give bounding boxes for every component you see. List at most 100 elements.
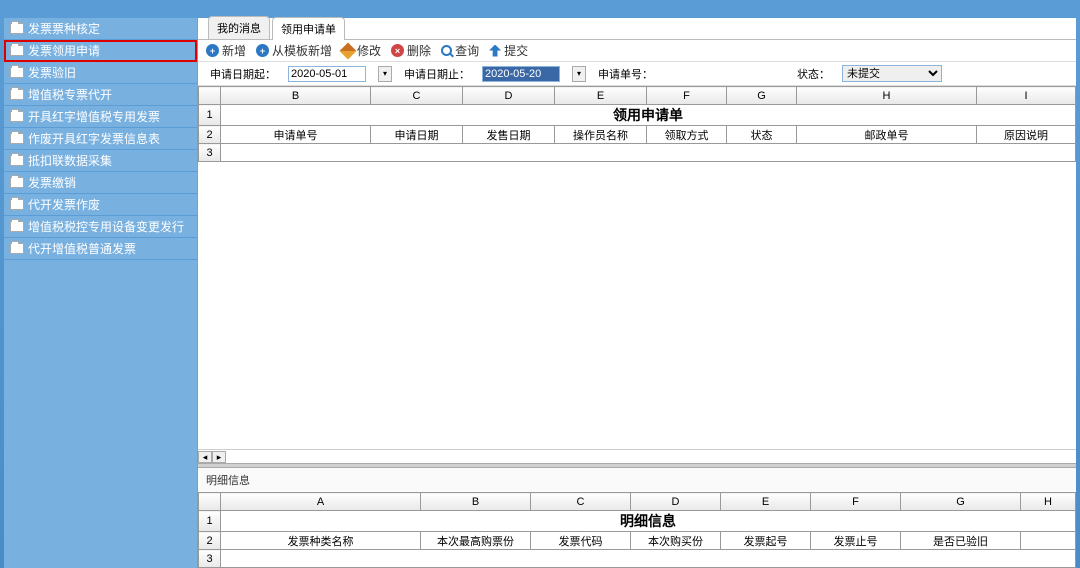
- row-number[interactable]: 1: [199, 105, 221, 126]
- sidebar-item-label: 发票领用申请: [28, 40, 100, 62]
- sidebar-item-zzszpdk[interactable]: 增值税专票代开: [4, 84, 197, 106]
- header-cell: 发票种类名称: [221, 532, 421, 550]
- grid-title: 领用申请单: [221, 105, 1076, 126]
- filter-bar: 申请日期起： ▾ 申请日期止： ▾ 申请单号： 状态： 未提交: [198, 62, 1076, 86]
- pencil-icon: [340, 42, 357, 59]
- header-cell: 发票止号: [811, 532, 901, 550]
- date-from-input[interactable]: [288, 66, 366, 82]
- header-cell: 申请日期: [371, 126, 463, 144]
- grid-corner[interactable]: [199, 87, 221, 105]
- row-number[interactable]: 2: [199, 126, 221, 144]
- col-header[interactable]: D: [463, 87, 555, 105]
- header-cell: 申请单号: [221, 126, 371, 144]
- folder-icon: [10, 111, 24, 122]
- button-label: 修改: [357, 42, 381, 59]
- edit-button[interactable]: 修改: [342, 42, 381, 59]
- col-header[interactable]: D: [631, 493, 721, 511]
- sidebar-item-label: 发票验旧: [28, 62, 76, 84]
- folder-icon: [10, 155, 24, 166]
- toolbar: +新增 +从模板新增 修改 ×删除 查询 提交: [198, 40, 1076, 62]
- scroll-right-icon[interactable]: ▸: [212, 451, 226, 463]
- col-header[interactable]: E: [721, 493, 811, 511]
- new-button[interactable]: +新增: [206, 42, 246, 59]
- col-header[interactable]: H: [1021, 493, 1076, 511]
- col-header[interactable]: B: [221, 87, 371, 105]
- row-number[interactable]: 3: [199, 550, 221, 568]
- delete-icon: ×: [391, 44, 404, 57]
- sidebar-item-dklsjcj[interactable]: 抵扣联数据采集: [4, 150, 197, 172]
- date-from-label: 申请日期起：: [210, 66, 276, 82]
- col-header[interactable]: G: [727, 87, 797, 105]
- col-header[interactable]: C: [531, 493, 631, 511]
- col-header[interactable]: C: [371, 87, 463, 105]
- sidebar-item-label: 发票票种核定: [28, 18, 100, 40]
- date-to-input[interactable]: [482, 66, 560, 82]
- scroll-left-icon[interactable]: ◂: [198, 451, 212, 463]
- tab-my-messages[interactable]: 我的消息: [208, 16, 270, 39]
- status-label: 状态：: [797, 66, 830, 82]
- sidebar-item-fpyj[interactable]: 发票验旧: [4, 62, 197, 84]
- col-header[interactable]: E: [555, 87, 647, 105]
- header-cell: 发票起号: [721, 532, 811, 550]
- empty-row[interactable]: [221, 550, 1076, 568]
- tab-apply-form[interactable]: 领用申请单: [272, 17, 345, 40]
- row-number[interactable]: 3: [199, 144, 221, 162]
- query-button[interactable]: 查询: [441, 42, 479, 59]
- header-cell: 本次最高购票份: [421, 532, 531, 550]
- header-cell: 是否已验旧: [901, 532, 1021, 550]
- row-number[interactable]: 2: [199, 532, 221, 550]
- sidebar-item-label: 增值税专票代开: [28, 84, 112, 106]
- sidebar-item-label: 抵扣联数据采集: [28, 150, 112, 172]
- sidebar-item-zfhzxxb[interactable]: 作废开具红字发票信息表: [4, 128, 197, 150]
- sidebar: 发票票种核定 发票领用申请 发票验旧 增值税专票代开 开具红字增值税专用发票 作…: [4, 18, 198, 568]
- date-to-picker[interactable]: ▾: [572, 66, 586, 82]
- main-panel: 我的消息 领用申请单 +新增 +从模板新增 修改 ×删除 查询 提交 申请日期起…: [198, 18, 1076, 568]
- col-header[interactable]: B: [421, 493, 531, 511]
- detail-section: 明细信息 A B C D E F: [198, 468, 1076, 568]
- col-header[interactable]: F: [811, 493, 901, 511]
- submit-button[interactable]: 提交: [489, 42, 528, 59]
- detail-grid: A B C D E F G H 1 明细信息: [198, 492, 1076, 568]
- button-label: 查询: [455, 42, 479, 59]
- button-label: 提交: [504, 42, 528, 59]
- delete-button[interactable]: ×删除: [391, 42, 431, 59]
- sidebar-item-fplysq[interactable]: 发票领用申请: [4, 40, 197, 62]
- col-header[interactable]: I: [977, 87, 1076, 105]
- sidebar-item-dkfpzf[interactable]: 代开发票作废: [4, 194, 197, 216]
- new-from-template-button[interactable]: +从模板新增: [256, 42, 332, 59]
- grid-corner[interactable]: [199, 493, 221, 511]
- sidebar-item-dkzzsptfp[interactable]: 代开增值税普通发票: [4, 238, 197, 260]
- folder-icon: [10, 45, 24, 56]
- sidebar-item-fpphd[interactable]: 发票票种核定: [4, 18, 197, 40]
- row-number[interactable]: 1: [199, 511, 221, 532]
- folder-icon: [10, 177, 24, 188]
- sidebar-item-label: 增值税税控专用设备变更发行: [28, 216, 184, 238]
- date-from-picker[interactable]: ▾: [378, 66, 392, 82]
- sidebar-item-fpjx[interactable]: 发票缴销: [4, 172, 197, 194]
- col-header[interactable]: H: [797, 87, 977, 105]
- button-label: 删除: [407, 42, 431, 59]
- header-cell: 发票代码: [531, 532, 631, 550]
- apply-no-label: 申请单号：: [598, 66, 653, 82]
- detail-section-label: 明细信息: [198, 468, 1076, 492]
- h-scrollbar[interactable]: ◂ ▸: [198, 449, 1076, 463]
- folder-icon: [10, 67, 24, 78]
- date-to-label: 申请日期止：: [404, 66, 470, 82]
- header-cell: 本次购买份: [631, 532, 721, 550]
- header-cell: 操作员名称: [555, 126, 647, 144]
- header-cell: 发售日期: [463, 126, 555, 144]
- tabs: 我的消息 领用申请单: [198, 18, 1076, 40]
- folder-icon: [10, 199, 24, 210]
- col-header[interactable]: A: [221, 493, 421, 511]
- header-cell: 邮政单号: [797, 126, 977, 144]
- sidebar-item-skzsbgfx[interactable]: 增值税税控专用设备变更发行: [4, 216, 197, 238]
- col-header[interactable]: G: [901, 493, 1021, 511]
- button-label: 从模板新增: [272, 42, 332, 59]
- sidebar-item-kjhzzyfp[interactable]: 开具红字增值税专用发票: [4, 106, 197, 128]
- col-header[interactable]: F: [647, 87, 727, 105]
- empty-row[interactable]: [221, 144, 1076, 162]
- sidebar-item-label: 作废开具红字发票信息表: [28, 128, 160, 150]
- header-cell: [1021, 532, 1076, 550]
- status-select[interactable]: 未提交: [842, 65, 942, 82]
- folder-icon: [10, 133, 24, 144]
